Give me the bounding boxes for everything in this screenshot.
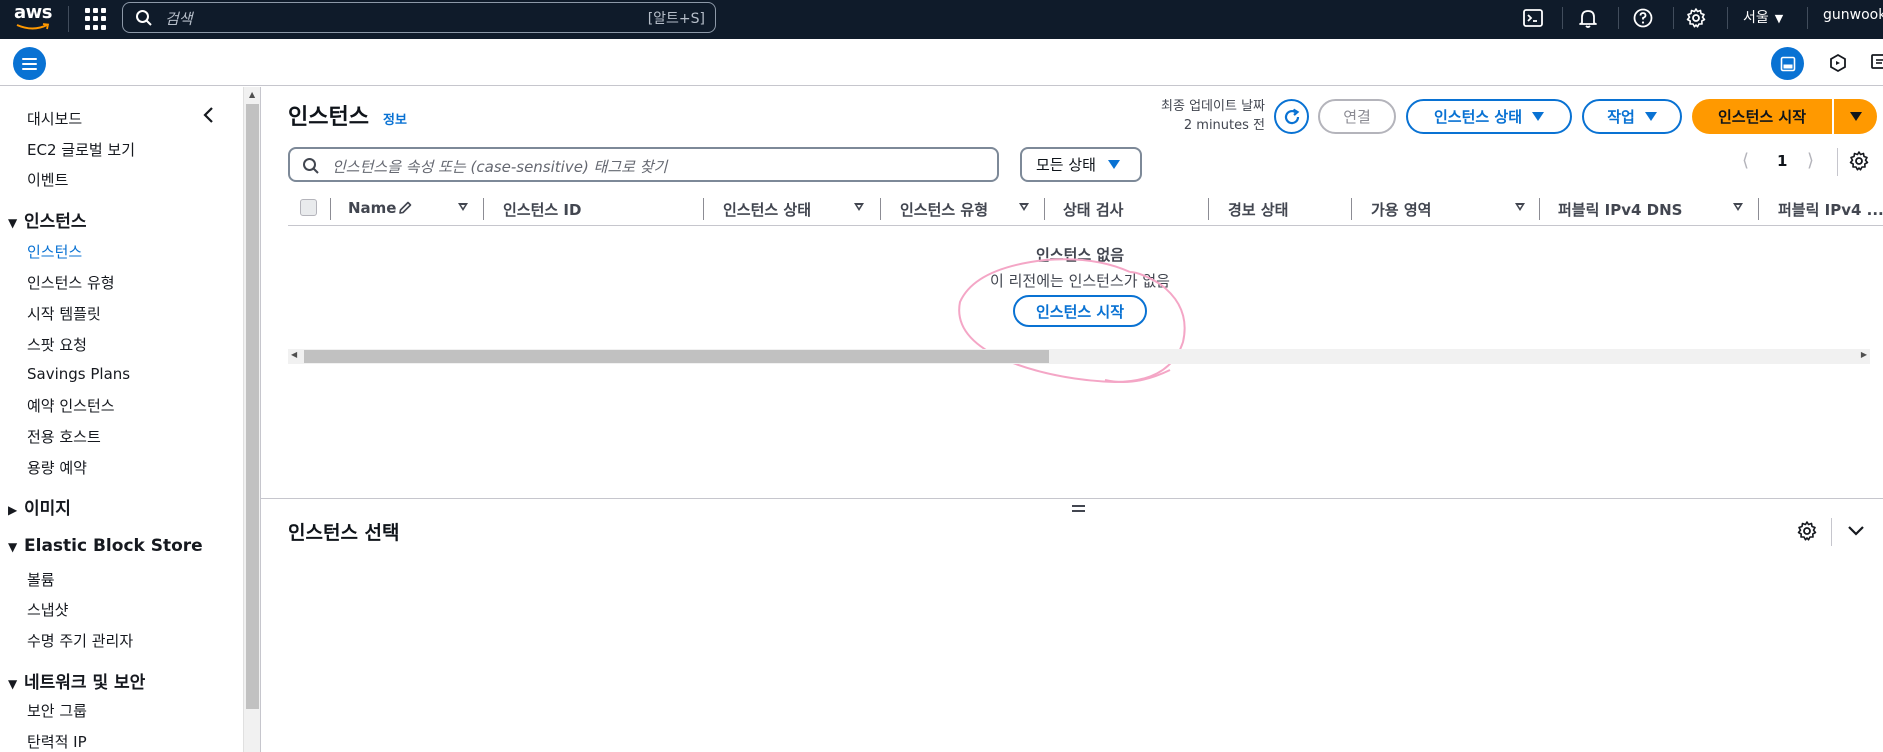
services-grid-icon[interactable] [85, 8, 107, 30]
split-panel-gear-icon[interactable] [1796, 520, 1818, 542]
scrollbar-thumb[interactable] [304, 350, 1049, 363]
state-filter-select[interactable]: 모든 상태 [1020, 147, 1142, 182]
column-header-public-ipv4[interactable]: 퍼블릭 IPv4 ... [1778, 199, 1883, 220]
sidebar-item-dashboard[interactable]: 대시보드 [27, 108, 82, 129]
sidebar-item-global-view[interactable]: EC2 글로벌 보기 [27, 139, 135, 160]
info-link[interactable]: 정보 [383, 109, 407, 128]
sidebar-item-elastic-ips[interactable]: 탄력적 IP [27, 731, 87, 752]
bell-icon[interactable] [1577, 7, 1599, 29]
last-updated-label: 최종 업데이트 날짜 [1161, 99, 1265, 114]
filter-placeholder: 인스턴스을 속성 또는 (case-sensitive) 태그로 찾기 [332, 158, 668, 176]
refresh-icon [1284, 108, 1299, 124]
sidebar-item-launch-templates[interactable]: 시작 템플릿 [27, 303, 101, 324]
help-icon[interactable] [1632, 7, 1654, 29]
select-all-checkbox[interactable] [300, 199, 317, 216]
empty-state-title: 인스턴스 없음 [1035, 246, 1125, 264]
current-page[interactable]: 1 [1777, 152, 1787, 170]
instance-filter-input[interactable]: 인스턴스을 속성 또는 (case-sensitive) 태그로 찾기 [288, 147, 999, 182]
sort-icon[interactable] [854, 203, 864, 211]
aws-logo[interactable]: aws [14, 4, 54, 34]
last-updated-value: 2 minutes 전 [1183, 118, 1265, 133]
gear-icon[interactable] [1685, 7, 1707, 29]
cloudshell-icon[interactable] [1522, 7, 1544, 29]
aws-logo-text: aws [14, 2, 53, 23]
sidebar-scrollbar[interactable]: ▲ [243, 87, 260, 752]
actions-label: 작업 [1607, 108, 1635, 126]
connect-button[interactable]: 연결 [1318, 99, 1396, 134]
sidebar-item-lifecycle-manager[interactable]: 수명 주기 관리자 [27, 630, 133, 651]
chevron-left-icon[interactable] [200, 105, 218, 125]
instance-state-button[interactable]: 인스턴스 상태 [1406, 99, 1572, 134]
last-updated: 최종 업데이트 날짜 2 minutes 전 [1130, 97, 1265, 135]
column-header-alarm-status[interactable]: 경보 상태 [1228, 199, 1288, 220]
caret-down-icon [1849, 112, 1862, 121]
chevron-down-icon[interactable] [1846, 524, 1866, 538]
sort-icon[interactable] [1515, 203, 1525, 211]
page-title: 인스턴스 [288, 105, 369, 130]
search-icon [303, 158, 319, 174]
launch-instances-dropdown[interactable] [1834, 99, 1877, 134]
feedback-icon[interactable] [1870, 52, 1883, 74]
column-header-public-dns[interactable]: 퍼블릭 IPv4 DNS [1558, 199, 1682, 220]
sort-icon[interactable] [1019, 203, 1029, 211]
region-label: 서울 [1743, 10, 1769, 26]
sidebar-item-security-groups[interactable]: 보안 그룹 [27, 700, 87, 721]
sidebar-item-dedicated-hosts[interactable]: 전용 호스트 [27, 426, 101, 447]
region-selector[interactable]: 서울 ▼ [1743, 7, 1783, 27]
split-panel-resize-handle[interactable] [1072, 505, 1087, 515]
caret-down-icon [1107, 160, 1120, 169]
hamburger-menu-icon[interactable] [13, 47, 46, 80]
previous-page-icon[interactable]: ⟨ [1742, 150, 1749, 171]
column-header-instance-type[interactable]: 인스턴스 유형 [900, 199, 988, 220]
search-icon [136, 10, 152, 26]
global-search-input[interactable]: 검색 [알트+S] [122, 2, 716, 33]
state-filter-value: 모든 상태 [1036, 156, 1096, 174]
side-navigation: 대시보드 EC2 글로벌 보기 이벤트 ▼ 인스턴스 인스턴스 인스턴스 유형 시… [0, 87, 260, 752]
search-shortcut: [알트+S] [647, 11, 705, 27]
sort-icon[interactable] [458, 203, 468, 211]
table-settings-gear-icon[interactable] [1848, 150, 1870, 172]
top-navigation: aws 검색 [알트+S] 서울 ▼ gunwook [0, 0, 1883, 39]
sidebar-section-instances[interactable]: ▼ 인스턴스 [8, 207, 87, 232]
search-placeholder: 검색 [165, 10, 193, 28]
sidebar-section-ebs[interactable]: ▼ Elastic Block Store [8, 536, 203, 556]
empty-state-message: 이 리전에는 인스턴스가 없음 [990, 272, 1170, 290]
next-page-icon[interactable]: ⟩ [1807, 150, 1814, 171]
refresh-button[interactable] [1274, 99, 1309, 134]
column-header-name[interactable]: Name [348, 199, 396, 217]
nav-divider [68, 6, 69, 32]
table-header: Name 인스턴스 ID 인스턴스 상태 인스턴스 유형 상태 검사 경보 상태… [288, 193, 1883, 226]
sidebar-item-instance-types[interactable]: 인스턴스 유형 [27, 272, 115, 293]
launch-instances-button[interactable]: 인스턴스 시작 [1692, 99, 1832, 134]
sidebar-item-spot-requests[interactable]: 스팟 요청 [27, 334, 87, 355]
edit-pencil-icon [399, 201, 412, 214]
table-horizontal-scrollbar[interactable]: ◀ ▶ [288, 349, 1870, 364]
column-header-availability-zone[interactable]: 가용 영역 [1371, 199, 1431, 220]
sidebar-section-network-security[interactable]: ▼ 네트워크 및 보안 [8, 668, 145, 693]
sort-icon[interactable] [1733, 203, 1743, 211]
column-header-instance-state[interactable]: 인스턴스 상태 [723, 199, 811, 220]
caret-down-icon [1644, 112, 1657, 121]
hexagon-icon[interactable] [1827, 52, 1849, 74]
actions-button[interactable]: 작업 [1582, 99, 1682, 134]
sidebar-item-savings-plans[interactable]: Savings Plans [27, 365, 130, 383]
sidebar-item-capacity-reservations[interactable]: 용량 예약 [27, 457, 87, 478]
sidebar-item-snapshots[interactable]: 스냅샷 [27, 599, 68, 620]
caret-down-icon [1532, 112, 1545, 121]
column-header-instance-id[interactable]: 인스턴스 ID [503, 199, 581, 220]
sidebar-item-instances[interactable]: 인스턴스 [27, 241, 82, 262]
sidebar-item-reserved-instances[interactable]: 예약 인스턴스 [27, 395, 115, 416]
sidebar-section-images[interactable]: ▶ 이미지 [8, 494, 71, 519]
column-header-status-check[interactable]: 상태 검사 [1063, 199, 1123, 220]
account-menu[interactable]: gunwook [1823, 7, 1883, 23]
sidebar-item-events[interactable]: 이벤트 [27, 169, 68, 190]
sidebar-item-volumes[interactable]: 볼륨 [27, 569, 55, 590]
console-subbar [0, 39, 1883, 86]
empty-launch-instances-button[interactable]: 인스턴스 시작 [1013, 295, 1147, 327]
split-panel-title: 인스턴스 선택 [288, 522, 400, 544]
split-panel-icon[interactable] [1771, 47, 1804, 80]
instance-state-label: 인스턴스 상태 [1433, 108, 1523, 126]
